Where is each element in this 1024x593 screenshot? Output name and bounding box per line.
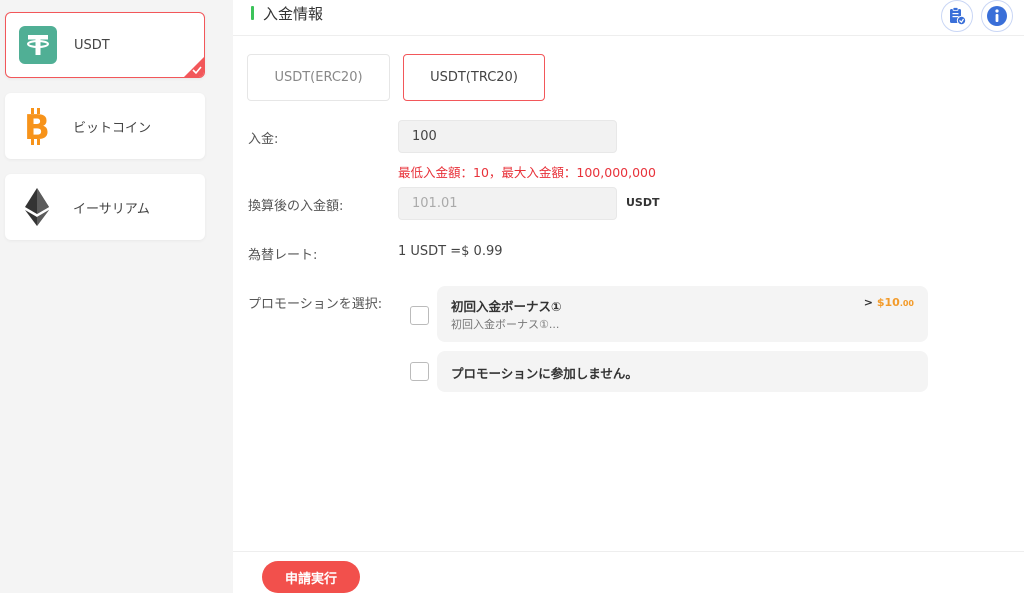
coin-sidebar: USDT B ビットコイン イーサリアム [0,0,233,593]
ethereum-icon [16,186,58,228]
usdt-icon [17,24,59,66]
promo-checkbox-none[interactable] [410,362,429,381]
amount-label: 入金: [248,132,279,147]
tab-usdt-erc20[interactable]: USDT(ERC20) [247,54,390,101]
coin-label: USDT [74,37,110,53]
promo-option-first-deposit[interactable]: 初回入金ボーナス① 初回入金ボーナス①... > $10.00 [437,286,928,342]
page-title: 入金情報 [263,5,324,23]
info-icon [987,6,1007,26]
submit-button[interactable]: 申請実行 [262,561,360,593]
exchange-rate-label: 為替レート: [248,248,318,263]
panel-footer: 申請実行 [233,551,1024,593]
converted-amount-label: 換算後の入金額: [248,199,344,214]
coin-label: ビットコイン [73,120,152,136]
info-button[interactable] [981,0,1013,32]
panel-header: 入金情報 [233,0,1024,36]
promotion-label: プロモーションを選択: [248,297,383,312]
converted-unit: USDT [626,196,660,209]
tab-usdt-trc20[interactable]: USDT(TRC20) [403,54,545,101]
promo-amount: > $10.00 [863,296,914,309]
promo-option-none[interactable]: プロモーションに参加しません。 [437,351,928,392]
bitcoin-icon: B [16,105,58,147]
deposit-panel: 入金情報 USDT(ERC20) USDT(TRC20) 入金: 100 最低入… [233,0,1024,593]
promo-title: プロモーションに参加しません。 [451,366,638,381]
converted-amount-field: 101.01 [398,187,617,220]
promo-checkbox-first-deposit[interactable] [410,306,429,325]
promo-title: 初回入金ボーナス① [451,299,562,314]
coin-label: イーサリアム [73,201,150,217]
amount-hint: 最低入金額：10，最大入金額：100,000,000 [398,165,656,180]
coin-card-usdt[interactable]: USDT [5,12,205,78]
coin-card-ethereum[interactable]: イーサリアム [5,174,205,240]
title-bar [251,6,254,20]
exchange-rate-value: 1 USDT =$ 0.99 [398,244,503,259]
promo-subtitle: 初回入金ボーナス①... [451,318,560,331]
clipboard-icon [950,7,967,26]
amount-input[interactable]: 100 [398,120,617,153]
clipboard-button[interactable] [941,0,973,32]
check-icon [192,66,202,75]
coin-card-bitcoin[interactable]: B ビットコイン [5,93,205,159]
